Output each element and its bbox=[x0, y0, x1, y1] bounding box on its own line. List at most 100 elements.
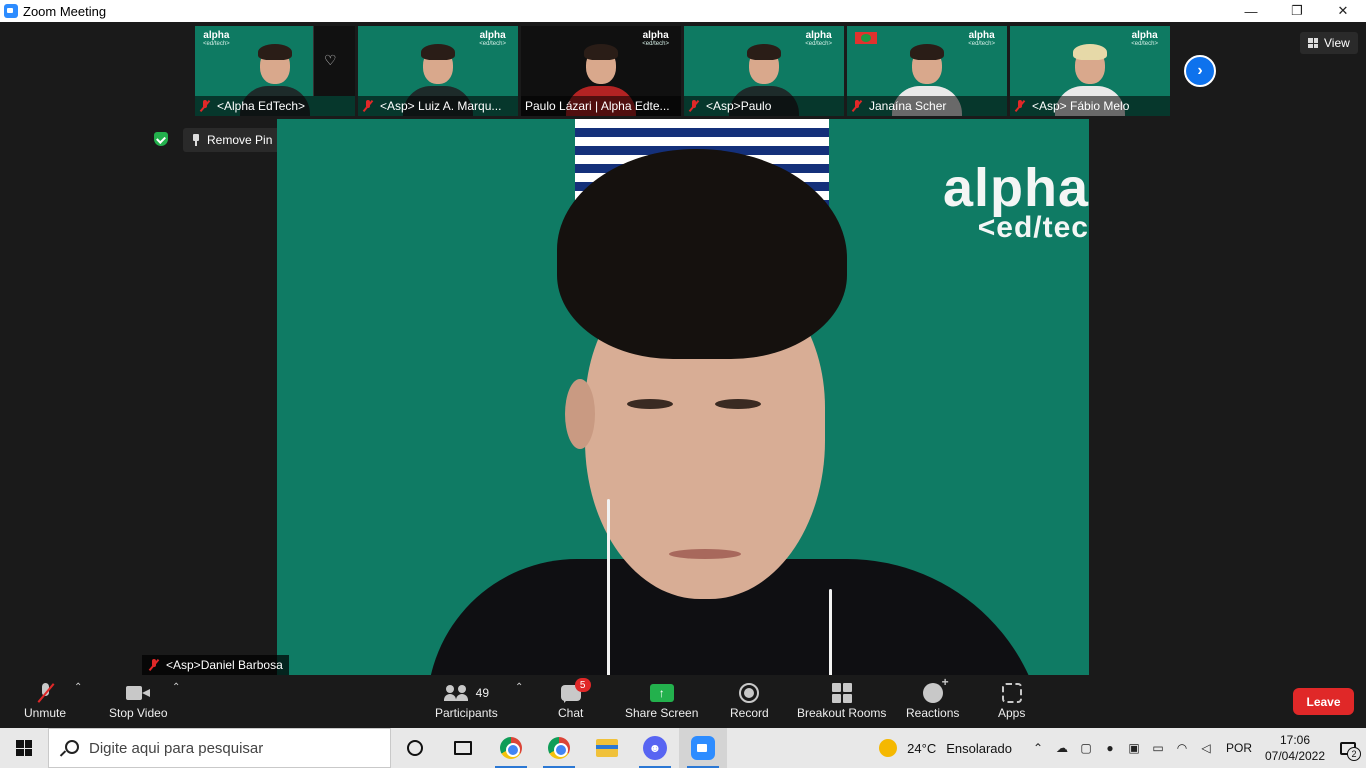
participant-name: Paulo Lázari | Alpha Edte... bbox=[521, 96, 681, 116]
video-camera-icon bbox=[126, 686, 151, 700]
mic-muted-icon bbox=[362, 100, 374, 112]
wifi-icon[interactable]: ◠ bbox=[1170, 728, 1194, 768]
cloud-icon[interactable]: ☁ bbox=[1050, 728, 1074, 768]
chevron-up-icon[interactable]: ⌃ bbox=[1026, 728, 1050, 768]
participant-tile[interactable]: alpha <ed/tech> <Asp> Fábio Melo bbox=[1010, 26, 1170, 116]
participant-name: <Asp> Fábio Melo bbox=[1010, 96, 1170, 116]
active-speaker-video: alpha <ed/tec bbox=[277, 119, 1089, 675]
share-screen-icon: ↑ bbox=[649, 684, 674, 702]
taskbar-discord[interactable]: ☻ bbox=[631, 728, 679, 768]
zoom-icon bbox=[691, 736, 715, 760]
window-title: Zoom Meeting bbox=[23, 3, 107, 19]
speaker bbox=[557, 149, 867, 675]
microphone-icon[interactable]: ● bbox=[1098, 728, 1122, 768]
taskbar-chrome-profile[interactable] bbox=[535, 728, 583, 768]
weather-sun-icon[interactable] bbox=[879, 739, 898, 757]
participant-name: <Asp>Paulo bbox=[684, 96, 844, 116]
earphone-cable bbox=[829, 589, 832, 675]
alpha-edtech-logo: alpha <ed/tec bbox=[942, 158, 1089, 244]
stop-video-button[interactable]: Stop Video bbox=[109, 680, 168, 720]
chrome-icon bbox=[548, 737, 570, 759]
meeting-area: ♡ alpha <ed/tech> <Alpha EdTech> alpha <ed… bbox=[0, 22, 1366, 676]
reactions-button[interactable]: Reactions bbox=[906, 675, 959, 720]
alpha-logo: alpha <ed/tech> bbox=[805, 30, 832, 48]
task-view-icon bbox=[454, 741, 472, 755]
grid-icon bbox=[1308, 38, 1318, 48]
zoom-app-icon bbox=[4, 4, 18, 18]
participant-tile[interactable]: alpha <ed/tech> <Asp> Luiz A. Marqu... bbox=[358, 26, 518, 116]
minimize-button[interactable]: — bbox=[1228, 0, 1274, 22]
discord-icon: ☻ bbox=[643, 736, 667, 760]
start-button[interactable] bbox=[0, 728, 48, 768]
earphone-cable bbox=[607, 499, 610, 675]
participant-tile[interactable]: alpha <ed/tech> Janaína Scher bbox=[847, 26, 1007, 116]
speaker-name: <Asp>Daniel Barbosa bbox=[142, 655, 289, 675]
cortana-icon bbox=[407, 740, 423, 756]
title-bar: Zoom Meeting — ❐ ✕ bbox=[0, 0, 1366, 22]
participant-tile[interactable]: alpha <ed/tech> Paulo Lázari | Alpha Edte… bbox=[521, 26, 681, 116]
device-icon[interactable]: ▢ bbox=[1074, 728, 1098, 768]
unmute-button[interactable]: Unmute bbox=[24, 680, 66, 720]
notifications-button[interactable]: 2 bbox=[1330, 728, 1366, 768]
share-screen-button[interactable]: ↑ Share Screen bbox=[625, 680, 698, 720]
search-icon bbox=[61, 740, 79, 756]
clock[interactable]: 17:06 07/04/2022 bbox=[1260, 732, 1330, 764]
mic-muted-icon bbox=[688, 100, 700, 112]
reactions-icon bbox=[922, 675, 949, 703]
participant-name: <Asp> Luiz A. Marqu... bbox=[358, 96, 518, 116]
screen-icon[interactable]: ▣ bbox=[1122, 728, 1146, 768]
weather-desc[interactable]: Ensolarado bbox=[946, 741, 1012, 756]
audio-options-caret[interactable]: ⌃ bbox=[74, 682, 82, 693]
mic-muted-icon bbox=[38, 683, 52, 703]
leave-button[interactable]: Leave bbox=[1293, 688, 1354, 715]
close-button[interactable]: ✕ bbox=[1320, 0, 1366, 22]
taskbar-zoom[interactable] bbox=[679, 728, 727, 768]
restore-button[interactable]: ❐ bbox=[1274, 0, 1320, 22]
taskbar-file-explorer[interactable] bbox=[583, 728, 631, 768]
windows-logo-icon bbox=[16, 740, 32, 756]
windows-taskbar: Digite aqui para pesquisar ☻ 24°C Ensola… bbox=[0, 728, 1366, 768]
volume-icon[interactable]: ◁ bbox=[1194, 728, 1218, 768]
participants-options-caret[interactable]: ⌃ bbox=[515, 682, 523, 693]
chat-button[interactable]: 5 Chat bbox=[558, 678, 591, 720]
task-view-button[interactable] bbox=[439, 728, 487, 768]
participant-count: 49 bbox=[475, 686, 490, 700]
view-button[interactable]: View bbox=[1300, 32, 1358, 54]
mic-muted-icon bbox=[199, 100, 211, 112]
notification-count: 2 bbox=[1347, 747, 1361, 761]
participants-icon bbox=[443, 685, 470, 701]
alpha-logo: alpha <ed/tech> bbox=[479, 30, 506, 48]
cortana-button[interactable] bbox=[391, 728, 439, 768]
mic-muted-icon bbox=[851, 100, 863, 112]
participant-name: <Alpha EdTech> bbox=[195, 96, 355, 116]
security-shield-icon[interactable] bbox=[154, 132, 168, 146]
battery-icon[interactable]: ▭ bbox=[1146, 728, 1170, 768]
alpha-logo: alpha <ed/tech> bbox=[1131, 30, 1158, 48]
participant-tile[interactable]: alpha <ed/tech> <Asp>Paulo bbox=[684, 26, 844, 116]
record-button[interactable]: Record bbox=[730, 680, 769, 720]
folder-icon bbox=[596, 739, 618, 757]
window-controls: — ❐ ✕ bbox=[1228, 0, 1366, 22]
participants-button[interactable]: 49 Participants bbox=[435, 680, 498, 720]
pin-icon bbox=[191, 134, 201, 146]
apps-button[interactable]: Apps bbox=[998, 680, 1025, 720]
chrome-icon bbox=[500, 737, 522, 759]
mic-muted-icon bbox=[148, 659, 160, 671]
language-indicator[interactable]: POR bbox=[1226, 741, 1252, 755]
breakout-rooms-icon bbox=[831, 683, 852, 703]
poster-art: ♡ bbox=[313, 26, 355, 96]
taskbar-chrome[interactable] bbox=[487, 728, 535, 768]
participant-tile[interactable]: ♡ alpha <ed/tech> <Alpha EdTech> bbox=[195, 26, 355, 116]
alpha-logo: alpha <ed/tech> bbox=[642, 30, 669, 48]
remove-pin-button[interactable]: Remove Pin bbox=[183, 128, 281, 152]
thumbnail-strip: ♡ alpha <ed/tech> <Alpha EdTech> alpha <ed… bbox=[195, 26, 1170, 116]
clock-time: 17:06 bbox=[1279, 733, 1311, 747]
video-options-caret[interactable]: ⌃ bbox=[172, 682, 180, 693]
taskbar-search[interactable]: Digite aqui para pesquisar bbox=[48, 728, 391, 768]
participant-name: Janaína Scher bbox=[847, 96, 1007, 116]
chevron-right-icon[interactable]: › bbox=[1184, 55, 1216, 87]
remove-pin-label: Remove Pin bbox=[207, 133, 273, 147]
breakout-rooms-button[interactable]: Breakout Rooms bbox=[797, 680, 886, 720]
mic-muted-icon bbox=[1014, 100, 1026, 112]
weather-temp[interactable]: 24°C bbox=[907, 741, 936, 756]
